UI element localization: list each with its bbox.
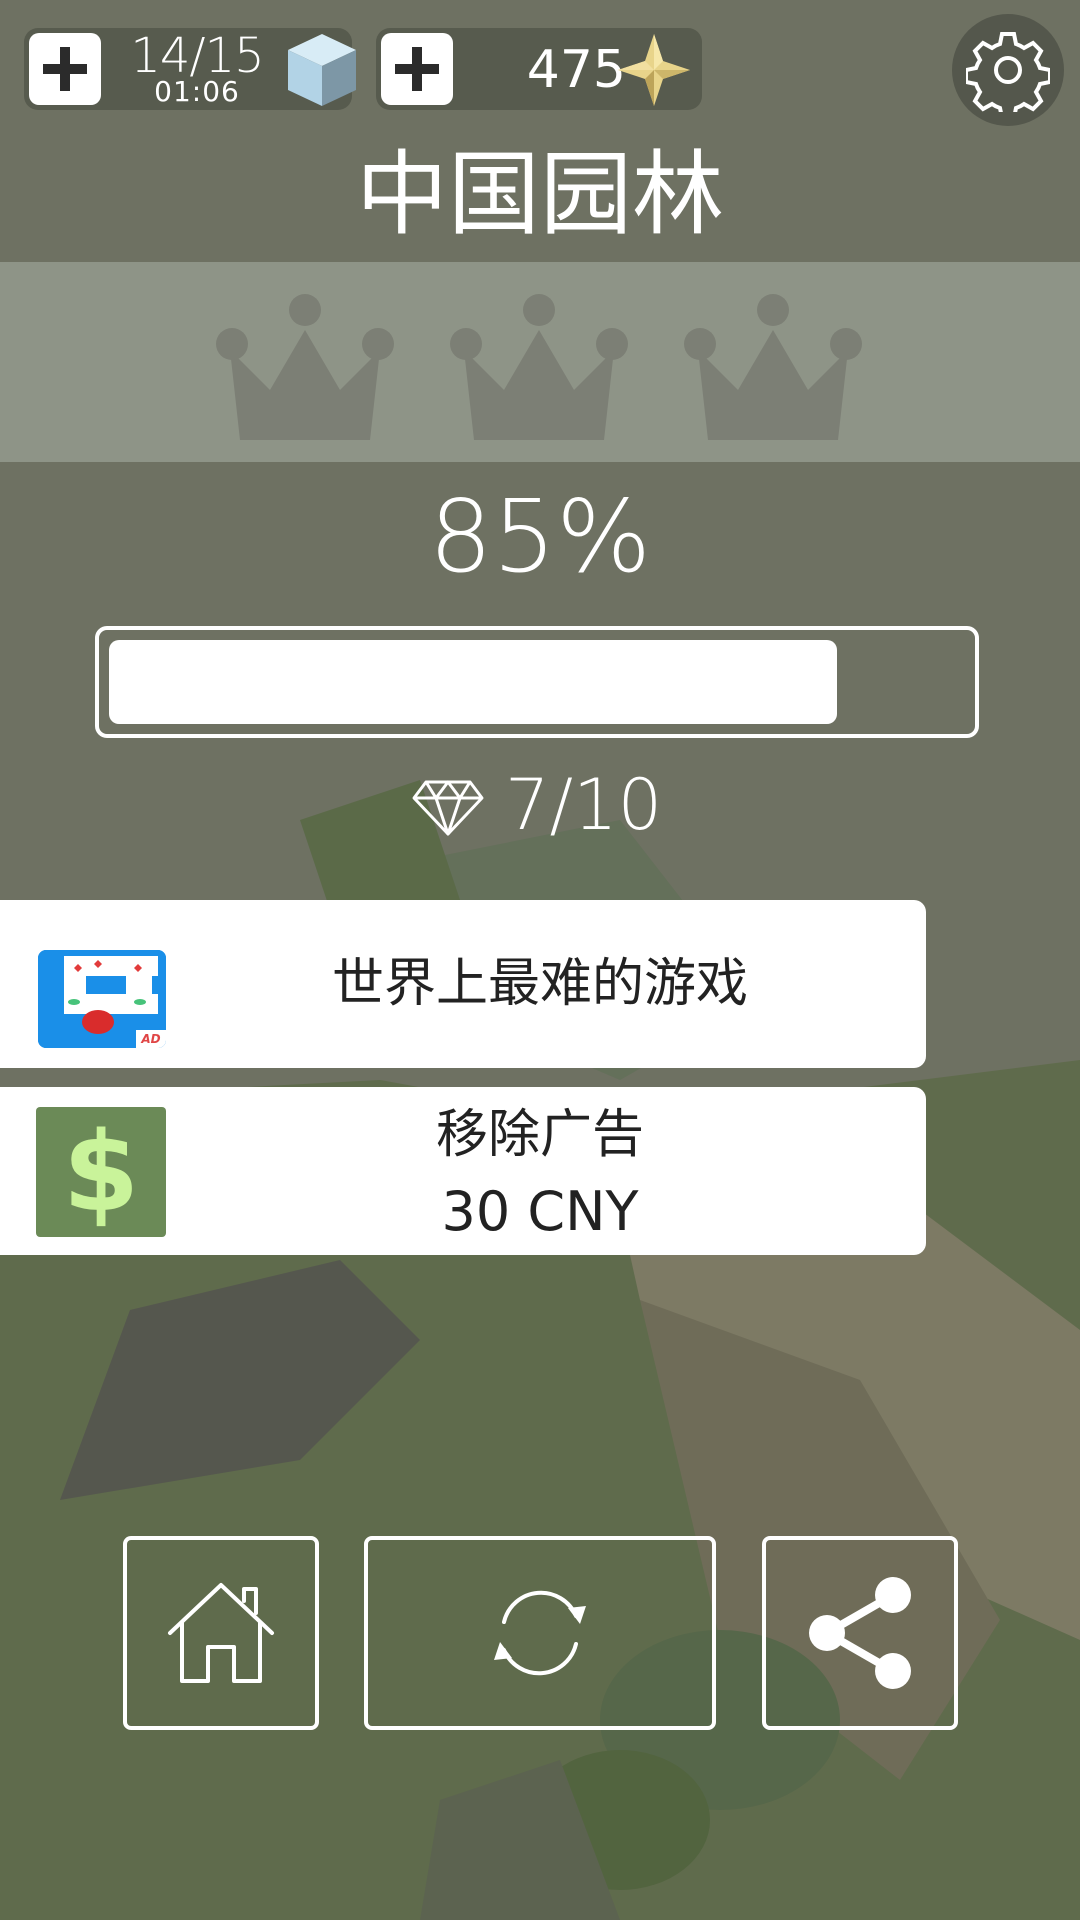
progress-fill [109, 640, 837, 724]
diamond-icon [412, 780, 484, 836]
remove-ads-price: 30 CNY [441, 1180, 639, 1243]
ad-badge: AD [141, 1032, 161, 1046]
gem-counter: 7/10 [0, 770, 1080, 840]
remove-ads-button[interactable]: $ 移除广告 30 CNY [0, 1087, 926, 1255]
ad-game-title: 世界上最难的游戏 [331, 954, 748, 1014]
gem-count: 7/10 [505, 764, 663, 846]
progress-bar [95, 626, 979, 738]
add-energy-button[interactable] [29, 33, 101, 105]
home-icon [168, 1583, 274, 1683]
energy-timer: 01:06 [154, 75, 240, 108]
cube-icon [288, 34, 356, 106]
stars-counter: 475 [376, 28, 702, 110]
crown-icon [216, 294, 394, 440]
progress-percent: 85% [428, 478, 652, 595]
crown-icon [450, 294, 628, 440]
ad-game-thumbnail: AD [38, 950, 166, 1048]
remove-ads-label: 移除广告 [435, 1105, 644, 1165]
restart-button[interactable] [364, 1536, 716, 1730]
share-icon [809, 1577, 911, 1689]
crown-rating [0, 262, 1080, 462]
ad-promo-card[interactable]: AD 世界上最难的游戏 [0, 900, 926, 1068]
home-button[interactable] [123, 1536, 319, 1730]
restart-icon [494, 1590, 586, 1676]
crown-icon [684, 294, 862, 440]
gear-icon [966, 32, 1050, 112]
stars-count: 475 [526, 40, 626, 100]
level-title: 中国园林 [355, 141, 724, 248]
energy-counter: 14/15 01:06 [24, 28, 356, 110]
star-icon [618, 34, 690, 106]
add-stars-button[interactable] [381, 33, 453, 105]
share-button[interactable] [762, 1536, 958, 1730]
dollar-icon: $ [36, 1107, 166, 1237]
settings-button[interactable] [952, 14, 1064, 126]
